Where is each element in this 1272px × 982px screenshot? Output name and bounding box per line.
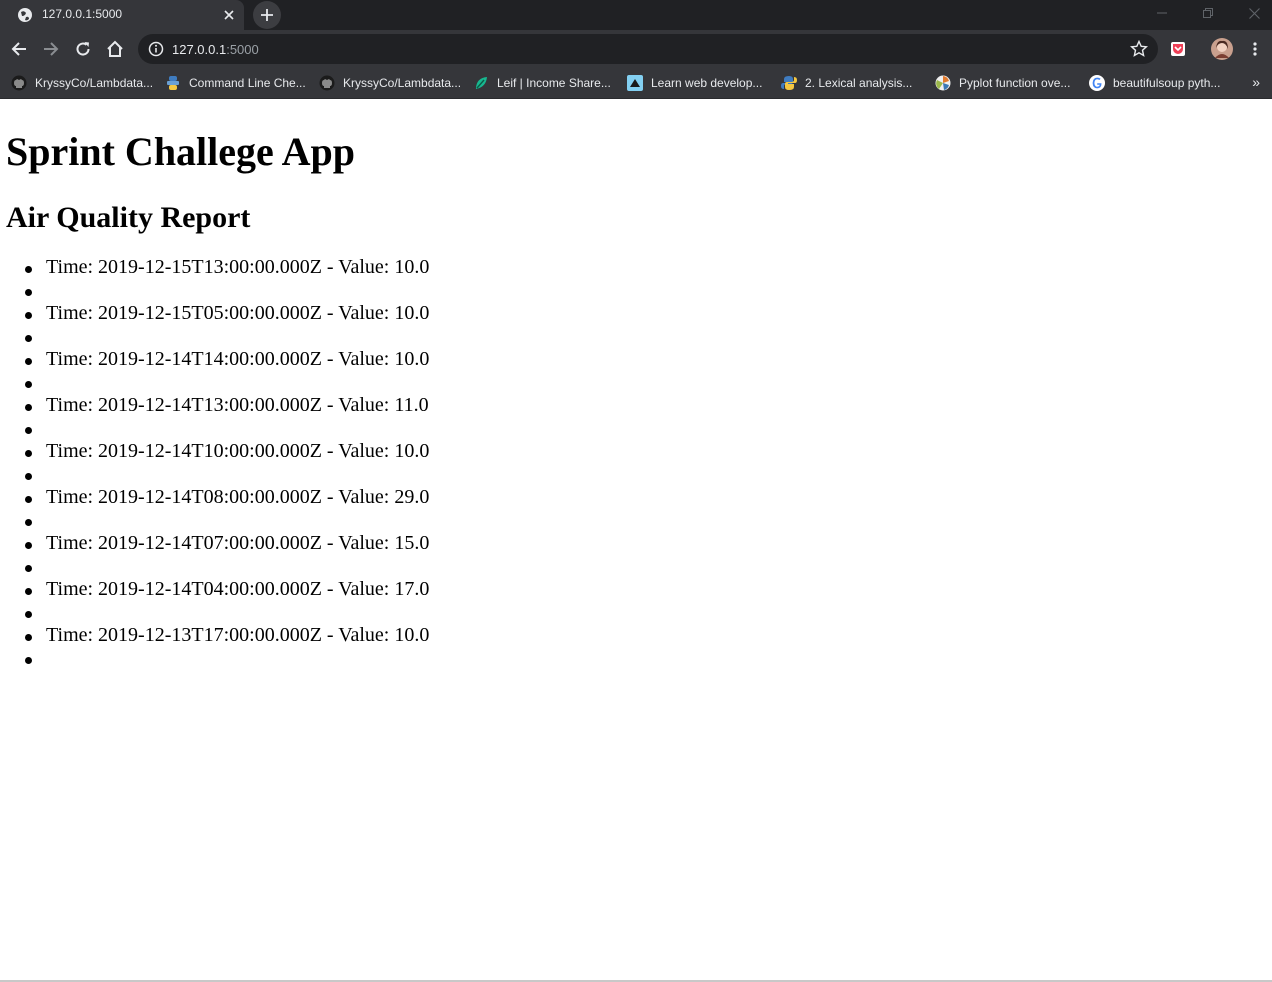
page-title: Sprint Challege App [6, 129, 355, 174]
bookmark-item[interactable]: KryssyCo/Lambdata... [11, 74, 153, 92]
bookmark-label: Command Line Che... [189, 76, 306, 90]
github-icon [319, 75, 335, 91]
mdn-icon [627, 75, 643, 91]
bookmark-label: Pyplot function ove... [959, 76, 1071, 90]
list-item [0, 647, 429, 670]
forward-button[interactable] [37, 35, 65, 63]
list-item: Time: 2019-12-14T13:00:00.000Z - Value: … [0, 394, 429, 417]
list-item: Time: 2019-12-14T07:00:00.000Z - Value: … [0, 532, 429, 555]
close-window-button[interactable] [1231, 0, 1272, 26]
bookmark-label: Learn web develop... [651, 76, 763, 90]
bookmark-label: KryssyCo/Lambdata... [343, 76, 462, 90]
list-item [0, 555, 429, 578]
list-item: Time: 2019-12-14T10:00:00.000Z - Value: … [0, 440, 429, 463]
matplotlib-icon [935, 75, 951, 91]
minimize-button[interactable] [1139, 0, 1185, 26]
new-tab-button[interactable] [253, 1, 281, 29]
list-item [0, 325, 429, 348]
url-host: 127.0.0.1 [172, 42, 227, 57]
google-icon [1089, 75, 1105, 91]
avatar-icon [1211, 38, 1233, 60]
list-item [0, 279, 429, 302]
url-text[interactable]: 127.0.0.1:5000 [172, 42, 259, 57]
tab-close-icon[interactable] [220, 6, 238, 24]
list-item: Time: 2019-12-15T13:00:00.000Z - Value: … [0, 256, 429, 279]
bookmark-label: Leif | Income Share... [497, 76, 611, 90]
address-bar[interactable]: 127.0.0.1:5000 [138, 34, 1158, 64]
list-item [0, 417, 429, 440]
tab-title: 127.0.0.1:5000 [42, 7, 123, 21]
list-item [0, 509, 429, 532]
report-heading: Air Quality Report [6, 201, 251, 234]
bookmark-item[interactable]: KryssyCo/Lambdata... [319, 74, 461, 92]
pocket-extension-button[interactable] [1164, 35, 1192, 63]
bookmarks-bar: KryssyCo/Lambdata... Command Line Che...… [0, 68, 1272, 99]
url-port: :5000 [226, 42, 259, 57]
reload-button[interactable] [69, 35, 97, 63]
kebab-menu-icon [1253, 42, 1257, 56]
bookmark-item[interactable]: Command Line Che... [165, 74, 306, 92]
list-item [0, 371, 429, 394]
plus-icon [261, 9, 273, 21]
home-button[interactable] [101, 35, 129, 63]
restore-button[interactable] [1185, 0, 1231, 26]
info-icon[interactable] [148, 41, 164, 57]
pocket-icon [1171, 42, 1185, 56]
bookmarks-overflow-button[interactable]: » [1252, 74, 1260, 90]
bookmark-label: beautifulsoup pyth... [1113, 76, 1221, 90]
leif-icon [476, 77, 487, 89]
browser-tab[interactable]: 127.0.0.1:5000 [0, 0, 244, 30]
python-snake-icon [167, 76, 179, 90]
list-item [0, 463, 429, 486]
back-button[interactable] [5, 35, 33, 63]
python-icon [781, 76, 797, 90]
home-icon [107, 40, 123, 57]
github-icon [11, 75, 27, 91]
list-item [0, 601, 429, 624]
menu-button[interactable] [1241, 35, 1269, 63]
tab-strip: 127.0.0.1:5000 [0, 0, 1272, 30]
reload-icon [76, 42, 90, 56]
bookmark-item[interactable]: 2. Lexical analysis... [781, 74, 912, 92]
list-item: Time: 2019-12-13T17:00:00.000Z - Value: … [0, 624, 429, 647]
back-arrow-icon [11, 42, 26, 56]
bookmark-label: KryssyCo/Lambdata... [35, 76, 154, 90]
globe-icon [18, 8, 32, 22]
readings-list: Time: 2019-12-15T13:00:00.000Z - Value: … [0, 256, 429, 670]
browser-toolbar: 127.0.0.1:5000 [0, 30, 1272, 68]
list-item: Time: 2019-12-14T14:00:00.000Z - Value: … [0, 348, 429, 371]
bookmark-star-icon[interactable] [1130, 40, 1148, 58]
forward-arrow-icon [44, 42, 59, 56]
list-item: Time: 2019-12-14T08:00:00.000Z - Value: … [0, 486, 429, 509]
bookmark-item[interactable]: Leif | Income Share... [473, 74, 611, 92]
list-item: Time: 2019-12-15T05:00:00.000Z - Value: … [0, 302, 429, 325]
bookmark-item[interactable]: Pyplot function ove... [935, 74, 1070, 92]
bookmark-label: 2. Lexical analysis... [805, 76, 913, 90]
bookmark-item[interactable]: Learn web develop... [627, 74, 762, 92]
profile-avatar[interactable] [1208, 35, 1236, 63]
list-item: Time: 2019-12-14T04:00:00.000Z - Value: … [0, 578, 429, 601]
page-content: Sprint Challege App Air Quality Report T… [0, 100, 1272, 982]
bookmark-item[interactable]: beautifulsoup pyth... [1089, 74, 1220, 92]
